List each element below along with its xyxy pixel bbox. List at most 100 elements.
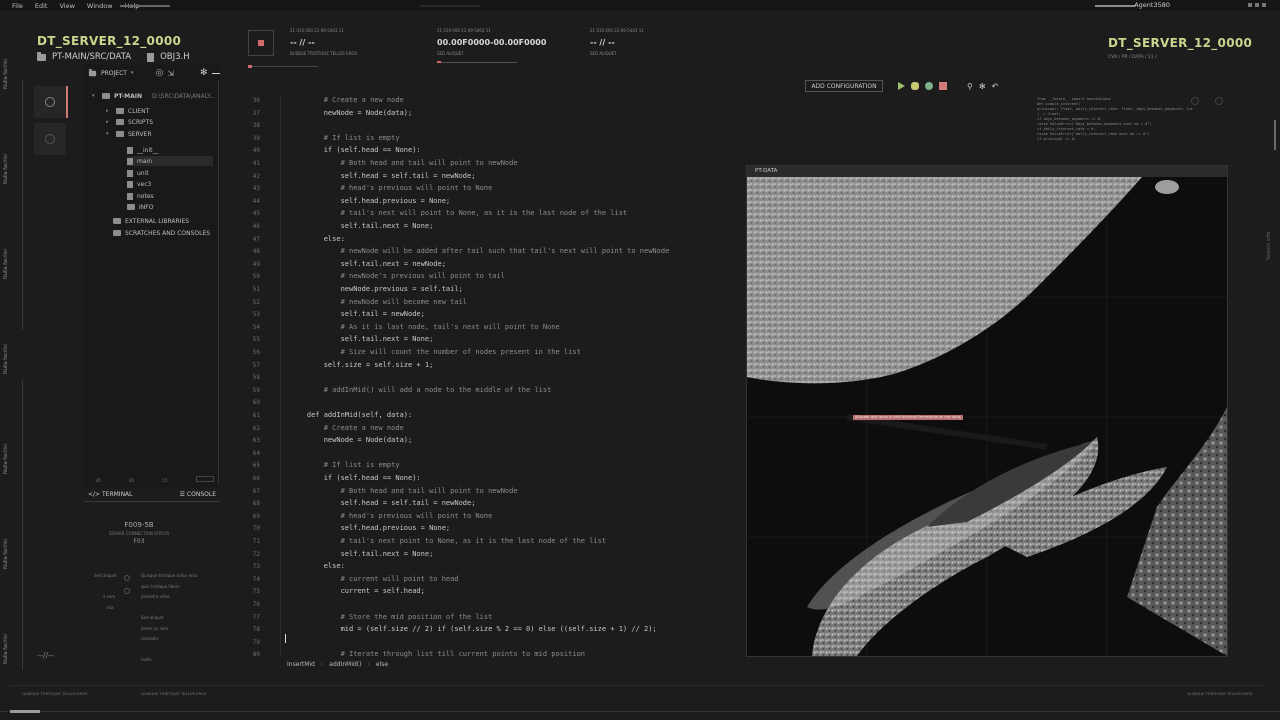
code-comment[interactable]: # newNode will be added after tail such … <box>290 247 670 255</box>
code-comment[interactable]: # If list is empty <box>290 461 400 469</box>
code-comment[interactable]: # Both head and tail will point to newNo… <box>290 159 518 167</box>
gear-icon[interactable]: ✻ <box>200 68 208 78</box>
menu-edit[interactable]: Edit <box>35 2 48 10</box>
code-line[interactable]: self.tail.next = None; <box>290 335 434 343</box>
undo-icon[interactable]: ↶ <box>992 82 999 91</box>
collapse-icon[interactable]: ⇲ <box>167 69 174 78</box>
menu-file[interactable]: File <box>12 2 23 10</box>
tree-label: vec3 <box>137 180 152 188</box>
window-controls[interactable] <box>1248 3 1276 7</box>
code-line[interactable]: self.head.previous = None; <box>290 197 451 205</box>
code-line[interactable]: self.tail.next = None; <box>290 550 434 558</box>
path-label[interactable]: PT-MAIN/SRC/DATA <box>52 52 131 62</box>
satellite-image[interactable] <box>747 177 1227 656</box>
minimize-icon[interactable] <box>1248 3 1252 7</box>
tree-item-client[interactable]: ▸ CLIENT <box>106 106 149 116</box>
terminal-tab[interactable]: </> TERMINAL <box>88 491 133 498</box>
code-comment[interactable]: # addInMid() will add a node to the midd… <box>290 386 552 394</box>
line-number: 54 <box>252 323 260 331</box>
code-line[interactable]: if (self.head == None): <box>290 474 421 482</box>
record-toggle[interactable] <box>248 30 274 56</box>
line-number: 40 <box>252 147 260 155</box>
code-line[interactable]: self.tail.next = newNode; <box>290 260 446 268</box>
code-line[interactable]: self.tail.next = None; <box>290 222 434 230</box>
close-icon[interactable] <box>1262 3 1266 7</box>
search-icon[interactable]: ⚲ <box>967 82 973 91</box>
code-comment[interactable]: # Create a new node <box>290 424 404 432</box>
code-comment[interactable]: # Both head and tail will point to newNo… <box>290 487 518 495</box>
stop-icon[interactable] <box>939 82 947 90</box>
circle-icon[interactable] <box>1215 97 1223 105</box>
code-comment[interactable]: # Iterate through list till current poin… <box>290 650 585 658</box>
code-line[interactable]: self.size = self.size + 1; <box>290 361 434 369</box>
code-line[interactable]: self.head = self.tail = newNode; <box>290 172 476 180</box>
coverage-icon[interactable] <box>925 82 933 90</box>
close-icon[interactable] <box>1191 97 1199 105</box>
code-line[interactable]: else: <box>290 562 345 570</box>
record-button[interactable] <box>34 86 66 118</box>
code-line[interactable]: current = self.head; <box>290 587 425 595</box>
code-line[interactable]: else: <box>290 235 345 243</box>
breadcrumb-item[interactable]: addInMid() <box>329 661 361 668</box>
info-text: nullis <box>141 657 152 662</box>
tree-item-server[interactable]: ▾ SERVER <box>106 129 152 139</box>
menu-view[interactable]: View <box>59 2 74 10</box>
tree-item-file[interactable]: unit <box>127 168 149 178</box>
breadcrumb-item[interactable]: else <box>376 661 388 668</box>
code-line[interactable]: newNode = Node(data); <box>290 436 413 444</box>
code-comment[interactable]: # tail's next will point to None, as it … <box>290 209 628 217</box>
code-comment[interactable]: # newNode will become new tail <box>290 298 467 306</box>
console-tab[interactable]: ☰ CONSOLE <box>180 491 216 498</box>
tree-item-root[interactable]: ▾ PT-MAIN D:\SRC\DATA\ANALY... <box>92 91 215 101</box>
tree-item-scratches[interactable]: SCRATCHES AND CONSOLES <box>113 228 210 238</box>
code-comment[interactable]: # head's previous will point to None <box>290 512 493 520</box>
record-button[interactable] <box>34 123 66 155</box>
stat-value: -- // -- <box>590 38 615 47</box>
tree-item-libraries[interactable]: EXTERNAL LIBRARIES <box>113 216 189 226</box>
code-comment[interactable]: # Size will count the number of nodes pr… <box>290 348 581 356</box>
tree-item-file[interactable]: vec3 <box>127 179 151 189</box>
code-comment[interactable]: # Store the mid position of the list <box>290 613 493 621</box>
tree-item-scripts[interactable]: ▸ SCRIPTS <box>106 117 153 127</box>
tree-item-file[interactable]: main <box>127 156 213 166</box>
breadcrumb-item[interactable]: InsertMid <box>287 661 315 668</box>
server-title-right: DT_SERVER_12_0000 <box>1108 36 1253 50</box>
code-line[interactable]: def addInMid(self, data): <box>290 411 412 419</box>
chevron-down-icon[interactable]: ▾ <box>131 70 134 76</box>
minus-icon[interactable] <box>211 72 220 74</box>
gear-icon[interactable]: ✻ <box>979 82 986 91</box>
file-label[interactable]: OBJ3.H <box>160 52 190 62</box>
code-line[interactable]: self.tail = newNode; <box>290 310 425 318</box>
code-line[interactable]: self.head.previous = None; <box>290 524 451 532</box>
tree-item-file[interactable]: __init__ <box>127 145 159 155</box>
code-comment[interactable]: # current will point to head <box>290 575 459 583</box>
code-line[interactable]: if (self.head == None): <box>290 146 421 154</box>
code-line[interactable]: self.head = self.tail = newNode; <box>290 499 476 507</box>
maximize-icon[interactable] <box>1255 3 1259 7</box>
path-row: PT-MAIN/SRC/DATA OBJ3.H <box>37 51 190 62</box>
tree-item-file[interactable]: notes <box>127 191 154 201</box>
target-icon[interactable]: ◎ <box>155 68 163 78</box>
scrollbar[interactable] <box>218 80 219 486</box>
code-line[interactable]: newNode = Node(data); <box>290 109 413 117</box>
code-comment[interactable]: # If list is empty <box>290 134 400 142</box>
line-number: 64 <box>252 449 260 457</box>
project-dropdown[interactable]: PROJECT <box>101 70 127 77</box>
add-configuration-button[interactable]: ADD CONFIGURATION <box>805 80 883 92</box>
code-comment[interactable]: # head's previous will point to None <box>290 184 493 192</box>
debug-icon[interactable] <box>911 82 919 90</box>
code-line[interactable]: newNode.previous = self.tail; <box>290 285 463 293</box>
play-icon[interactable] <box>898 82 905 90</box>
stat-value: 00.00F0000-00.00F0000 <box>437 38 547 47</box>
console-label: CONSOLE <box>186 490 216 498</box>
menu-window[interactable]: Window <box>87 2 113 10</box>
scrollbar[interactable] <box>1274 120 1276 150</box>
code-line[interactable]: mid = (self.size // 2) if (self.size % 2… <box>290 625 657 633</box>
code-comment[interactable]: # Create a new node <box>290 96 404 104</box>
code-comment[interactable]: # newNode's previous will point to tail <box>290 272 505 280</box>
code-comment[interactable]: # tail's next point to None, as it is th… <box>290 537 607 545</box>
tree-item-folder[interactable]: INFO <box>127 202 153 212</box>
file-icon <box>127 146 133 154</box>
code-comment[interactable]: # As it is last node, tail's next will p… <box>290 323 560 331</box>
scroll-thumb[interactable] <box>196 476 214 482</box>
